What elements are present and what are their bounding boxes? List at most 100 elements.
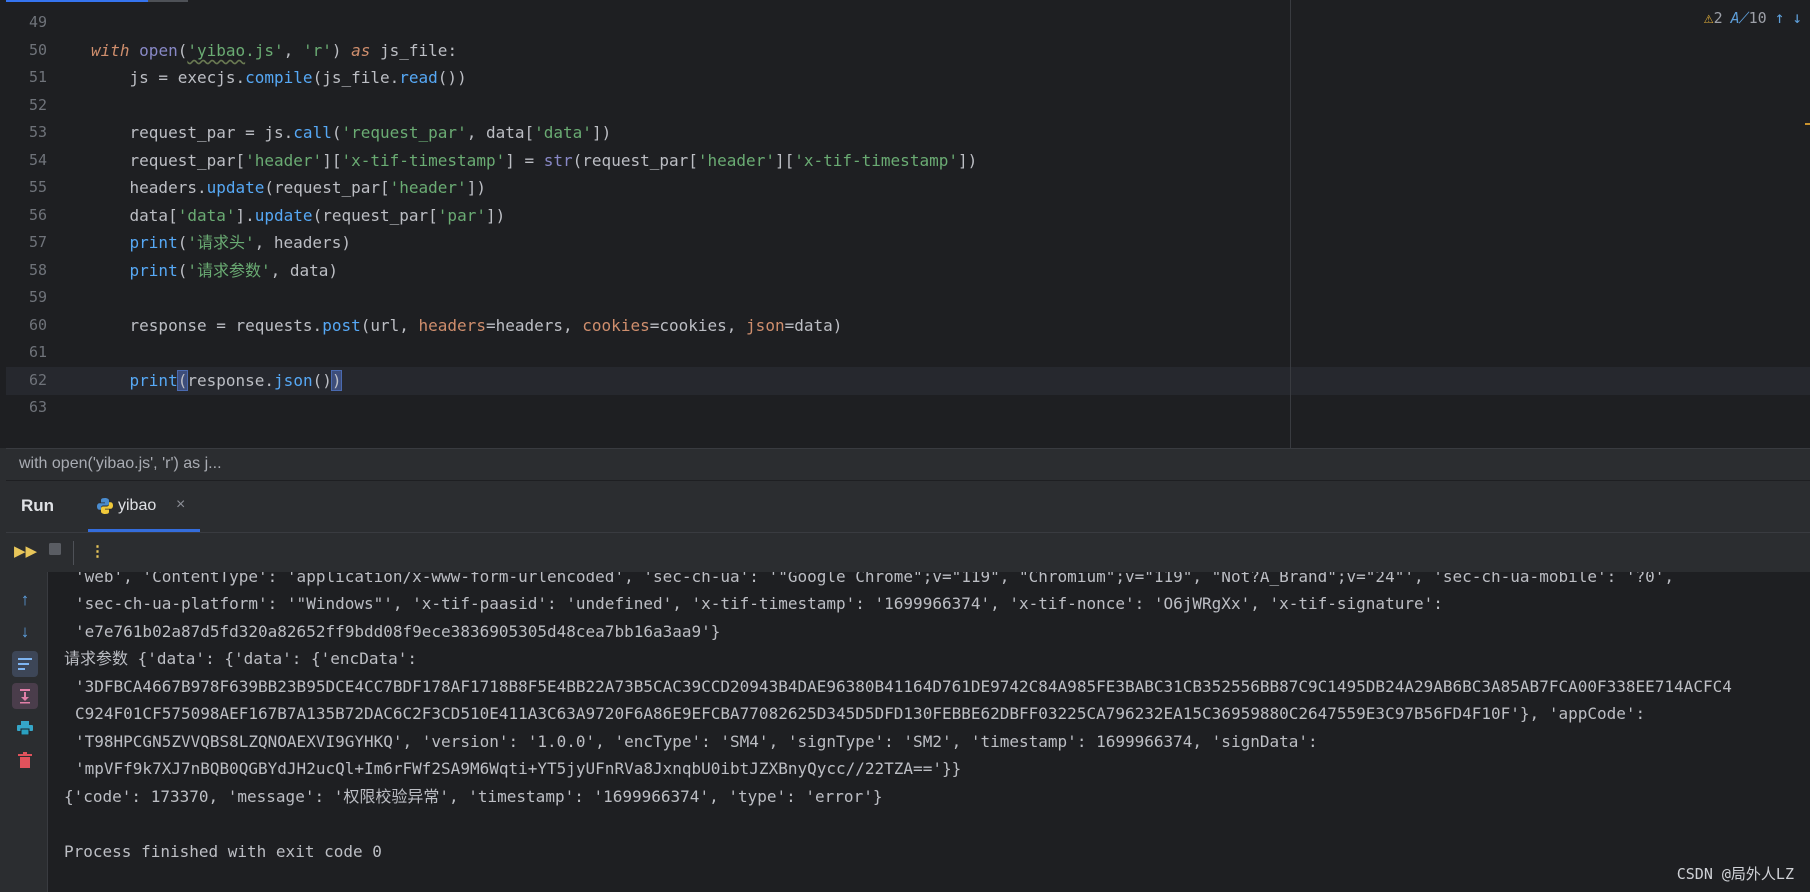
- stop-icon[interactable]: [48, 542, 62, 560]
- run-panel-title: Run: [21, 496, 55, 515]
- run-tab-yibao[interactable]: yibao ×: [88, 481, 200, 532]
- code-token: (request_par[: [264, 178, 390, 197]
- code-token: ()): [437, 68, 467, 87]
- code-token: ].: [235, 206, 255, 225]
- string-literal: 'r': [302, 41, 332, 60]
- code-token: (request_par[: [572, 151, 698, 170]
- code-token: response = requests.: [91, 316, 323, 335]
- keyword: with: [91, 41, 130, 60]
- arrow-down-icon[interactable]: ↓: [1792, 8, 1802, 27]
- scrollbar-warning-marker[interactable]: [1805, 123, 1810, 125]
- line-number: 60: [28, 316, 47, 334]
- code-token: ,: [283, 41, 303, 60]
- method-call: call: [293, 123, 332, 142]
- string-literal: 'par': [437, 206, 486, 225]
- string-literal: 'header': [389, 178, 467, 197]
- code-line-60: response = requests.post(url, headers=he…: [91, 312, 843, 340]
- code-token: (js_file.: [312, 68, 400, 87]
- method-call: update: [254, 206, 313, 225]
- code-token: ] =: [505, 151, 544, 170]
- string-part: .js': [245, 41, 284, 60]
- rerun-icon[interactable]: ▶▶: [14, 542, 37, 560]
- code-token: ]): [485, 206, 506, 225]
- method-call: json: [274, 371, 313, 390]
- code-token: =headers,: [485, 316, 583, 335]
- builtin-print: print: [129, 371, 178, 390]
- method-call: post: [322, 316, 361, 335]
- string-literal: 'header': [245, 151, 323, 170]
- code-token: js = execjs.: [91, 68, 246, 87]
- toolbar-separator: [73, 541, 74, 565]
- arrow-up-icon[interactable]: ↑: [1775, 8, 1785, 27]
- warnings-counter[interactable]: ⚠2: [1704, 8, 1723, 27]
- code-token: request_par[: [91, 151, 246, 170]
- typo-count: 10: [1748, 8, 1767, 27]
- line-number: 50: [28, 41, 47, 59]
- string-literal: 'request_par': [341, 123, 467, 142]
- method-call: read: [399, 68, 438, 87]
- console-line: 'T98HPCGN5ZVVQBS8LZQNOAEXVI9GYHKQ', 'ver…: [75, 731, 1318, 751]
- line-number: 59: [28, 288, 47, 306]
- keyword-argument: headers: [418, 316, 486, 335]
- code-token: ]): [591, 123, 612, 142]
- console-line: 请求参数 {'data': {'data': {'encData':: [64, 649, 417, 668]
- keyword: as: [351, 41, 371, 60]
- console-line: {'code': 173370, 'message': '权限校验异常', 't…: [64, 786, 883, 806]
- typo-underlined-token: 'yibao: [187, 41, 246, 60]
- code-line-51: js = execjs.compile(js_file.read()): [91, 64, 467, 92]
- matched-paren: ): [330, 370, 343, 391]
- code-line-55: headers.update(request_par['header']): [91, 174, 486, 202]
- code-token: (: [177, 261, 188, 280]
- code-line-62: print(response.json()): [91, 367, 343, 395]
- code-line-58: print('请求参数', data): [91, 257, 339, 285]
- code-token: data[: [91, 206, 178, 225]
- warning-count: 2: [1713, 9, 1723, 27]
- console-line: 'mpVFf9k7XJ7nBQB0QGBYdJH2ucQl+Im6rFWf2SA…: [75, 759, 962, 778]
- right-margin-guide: [1290, 0, 1291, 448]
- more-vertical-icon[interactable]: ⋮: [90, 542, 105, 560]
- line-number: 52: [28, 96, 47, 114]
- string-literal: 'data': [177, 206, 236, 225]
- scroll-to-end-icon[interactable]: [12, 683, 38, 709]
- string-literal: 'data': [534, 123, 592, 142]
- code-token: js_file:: [370, 41, 458, 60]
- watermark: CSDN @局外人LZ: [1676, 865, 1794, 883]
- string-literal: '请求头': [187, 233, 255, 252]
- trash-icon[interactable]: [12, 747, 38, 773]
- warning-triangle-icon: ⚠: [1703, 8, 1714, 27]
- code-token: response.: [187, 371, 275, 390]
- string-literal: 'x-tif-timestamp': [794, 151, 958, 170]
- line-number: 49: [28, 13, 47, 31]
- breadcrumb[interactable]: with open('yibao.js', 'r') as j...: [6, 448, 1810, 480]
- code-token: (request_par[: [312, 206, 438, 225]
- line-number: 63: [28, 398, 47, 416]
- console-output[interactable]: 'web', 'ContentType': 'application/x-www…: [48, 572, 1810, 892]
- arrow-up-icon[interactable]: ↑: [12, 587, 38, 613]
- line-number: 55: [28, 178, 47, 196]
- line-number: 54: [28, 151, 47, 169]
- soft-wrap-icon[interactable]: [12, 651, 38, 677]
- typos-counter[interactable]: A̸10: [1731, 9, 1767, 27]
- code-editor[interactable]: 49 50 51 52 53 54 55 56 57 58 59 60 61 6…: [0, 0, 1810, 448]
- code-line-53: request_par = js.call('request_par', dat…: [91, 119, 612, 147]
- close-icon[interactable]: ×: [176, 496, 185, 514]
- code-token: ]): [466, 178, 486, 197]
- inspection-widget[interactable]: ⚠2 A̸10 ↑ ↓: [1704, 8, 1802, 27]
- print-icon[interactable]: [12, 715, 38, 741]
- console-line: 'sec-ch-ua-platform': '"Windows"', 'x-ti…: [75, 594, 1443, 613]
- console-line: 'e7e761b02a87d5fd320a82652ff9bdd08f9ece3…: [75, 621, 721, 641]
- builtin-print: print: [129, 233, 178, 252]
- code-token: request_par = js.: [91, 123, 294, 142]
- arrow-down-icon[interactable]: ↓: [12, 619, 38, 645]
- builtin-call: str: [543, 151, 573, 170]
- run-toolbar: ▶▶ ⋮: [6, 532, 1810, 572]
- string-literal: 'yibao.js': [187, 41, 283, 60]
- scroll-indicator-track: [148, 0, 188, 2]
- line-number: 53: [28, 123, 47, 141]
- code-token: ][: [774, 151, 795, 170]
- code-line-54: request_par['header' ]['x-tif-timestamp']…: [91, 147, 978, 175]
- line-number: 62: [28, 371, 47, 389]
